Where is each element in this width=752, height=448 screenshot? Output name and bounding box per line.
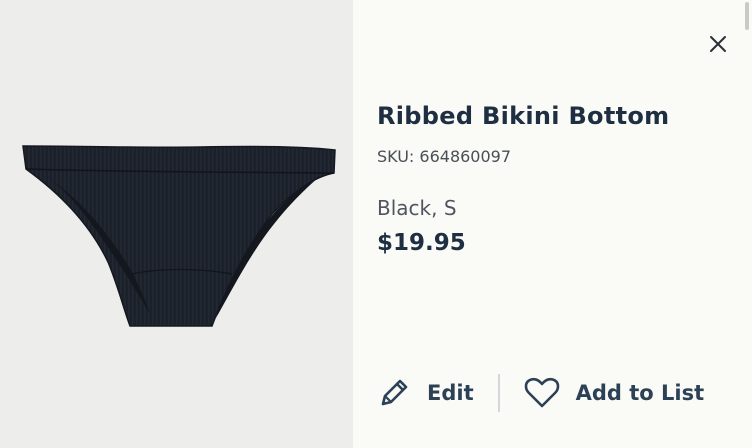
action-bar: Edit Add to List: [377, 372, 704, 414]
add-to-list-button[interactable]: Add to List: [524, 377, 705, 409]
close-button[interactable]: [706, 32, 730, 56]
scrollbar[interactable]: [745, 2, 749, 30]
add-to-list-label: Add to List: [575, 381, 705, 405]
product-details-panel: Ribbed Bikini Bottom SKU: 664860097 Blac…: [353, 0, 752, 448]
close-icon: [710, 36, 726, 52]
product-image-panel: [0, 0, 353, 448]
edit-label: Edit: [427, 381, 474, 405]
pencil-icon: [381, 379, 408, 406]
action-divider: [497, 374, 500, 412]
product-title: Ribbed Bikini Bottom: [377, 102, 670, 130]
product-image: [22, 145, 336, 327]
heart-icon: [524, 377, 559, 408]
product-sku: SKU: 664860097: [377, 147, 512, 166]
product-price: $19.95: [377, 230, 466, 256]
product-variant: Black, S: [377, 196, 457, 220]
edit-button[interactable]: Edit: [377, 376, 474, 410]
